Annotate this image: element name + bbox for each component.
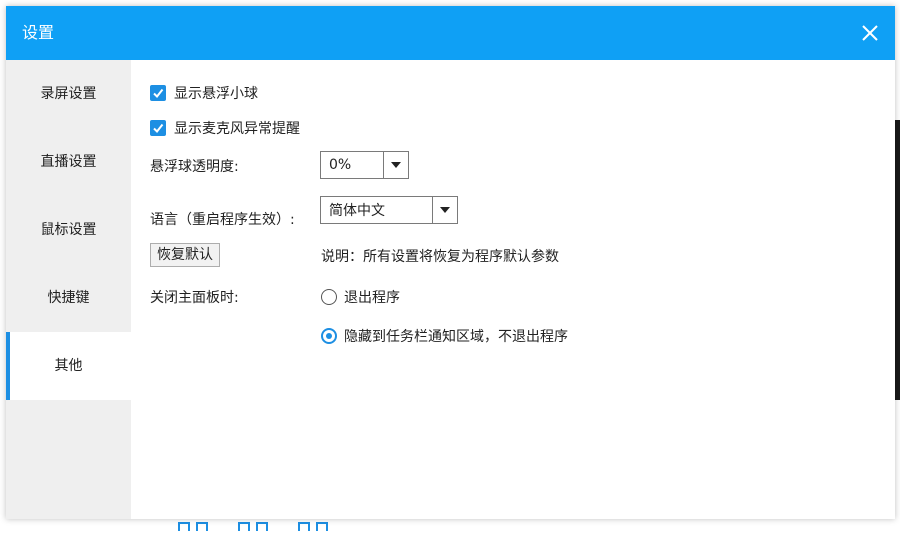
checkmark-icon bbox=[153, 88, 164, 99]
mic-alert-row: 显示麦克风异常提醒 bbox=[150, 118, 300, 138]
opacity-label: 悬浮球透明度: bbox=[150, 159, 239, 175]
sidebar-item-other[interactable]: 其他 bbox=[6, 332, 131, 400]
mic-alert-label: 显示麦克风异常提醒 bbox=[174, 121, 300, 137]
float-ball-checkbox[interactable] bbox=[150, 85, 166, 101]
mic-alert-checkbox[interactable] bbox=[150, 120, 166, 136]
language-value: 简体中文 bbox=[329, 203, 385, 219]
dialog-title: 设置 bbox=[22, 23, 55, 42]
checkmark-icon bbox=[153, 123, 164, 134]
close-button[interactable] bbox=[857, 20, 883, 46]
settings-content: 显示悬浮小球 显示麦克风异常提醒 悬浮球透明度: 0% 语言（重启程序生效）: … bbox=[131, 60, 895, 519]
opacity-select[interactable]: 0% bbox=[320, 151, 409, 179]
float-ball-label: 显示悬浮小球 bbox=[174, 86, 258, 102]
sidebar-item-mouse[interactable]: 鼠标设置 bbox=[6, 196, 131, 264]
float-ball-row: 显示悬浮小球 bbox=[150, 83, 258, 103]
dropdown-arrow-icon bbox=[432, 197, 457, 223]
close-panel-label: 关闭主面板时: bbox=[150, 290, 239, 306]
dropdown-arrow-icon bbox=[383, 152, 408, 178]
exit-label: 退出程序 bbox=[344, 290, 400, 306]
language-select[interactable]: 简体中文 bbox=[320, 196, 458, 224]
sidebar-item-hotkeys[interactable]: 快捷键 bbox=[6, 264, 131, 332]
sidebar-item-live[interactable]: 直播设置 bbox=[6, 128, 131, 196]
exit-radio[interactable] bbox=[321, 289, 337, 305]
settings-dialog: 设置 录屏设置 直播设置 鼠标设置 快捷键 其他 显示悬浮小球 显示麦克风异常提… bbox=[6, 6, 895, 519]
language-label: 语言（重启程序生效）: bbox=[150, 212, 295, 228]
restore-note: 说明：所有设置将恢复为程序默认参数 bbox=[321, 249, 559, 265]
hide-to-tray-label: 隐藏到任务栏通知区域，不退出程序 bbox=[344, 329, 568, 345]
title-bar: 设置 bbox=[6, 6, 895, 60]
opacity-value: 0% bbox=[329, 157, 352, 173]
close-icon bbox=[862, 25, 878, 41]
hide-to-tray-radio[interactable] bbox=[321, 328, 337, 344]
sidebar-item-record[interactable]: 录屏设置 bbox=[6, 60, 131, 128]
sidebar: 录屏设置 直播设置 鼠标设置 快捷键 其他 bbox=[6, 60, 131, 519]
close-option-hide[interactable]: 隐藏到任务栏通知区域，不退出程序 bbox=[321, 326, 568, 346]
restore-defaults-button[interactable]: 恢复默认 bbox=[150, 243, 220, 267]
close-option-exit[interactable]: 退出程序 bbox=[321, 287, 400, 307]
